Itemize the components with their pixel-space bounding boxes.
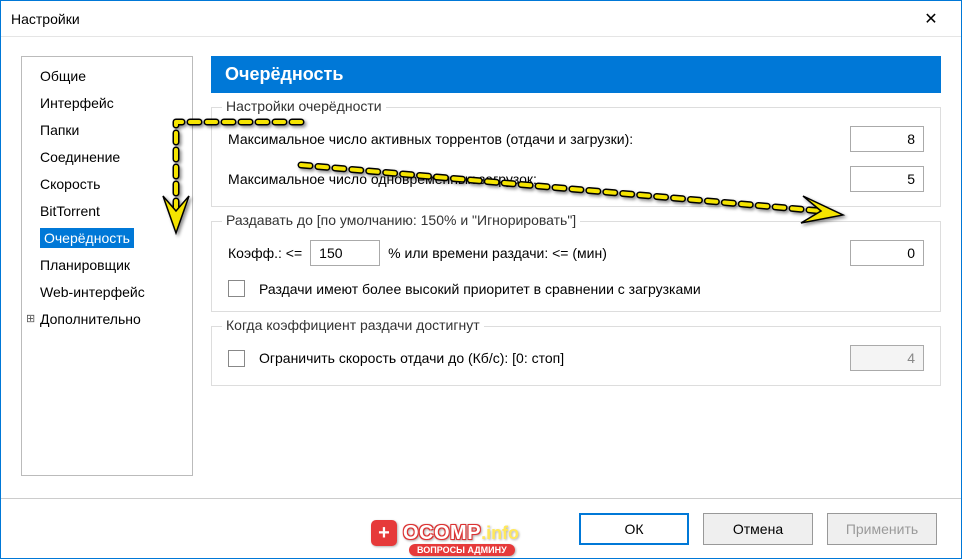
- seed-priority-checkbox[interactable]: [228, 280, 245, 297]
- sidebar: Общие Интерфейс Папки Соединение Скорост…: [21, 56, 193, 476]
- limit-upload-input: [850, 345, 924, 371]
- max-active-label: Максимальное число активных торрентов (о…: [228, 131, 842, 147]
- close-icon[interactable]: ✕: [911, 9, 951, 29]
- expand-icon[interactable]: ⊞: [26, 312, 35, 325]
- sidebar-item-connection[interactable]: Соединение: [22, 143, 192, 170]
- ratio-input[interactable]: [310, 240, 380, 266]
- sidebar-item-speed[interactable]: Скорость: [22, 170, 192, 197]
- group-seed-until: Раздавать до [по умолчанию: 150% и "Игно…: [211, 221, 941, 312]
- sidebar-item-scheduler[interactable]: Планировщик: [22, 251, 192, 278]
- sidebar-item-advanced[interactable]: ⊞Дополнительно: [22, 305, 192, 332]
- button-bar: ОК Отмена Применить: [1, 498, 961, 558]
- sidebar-item-queueing[interactable]: Очерёдность: [22, 224, 192, 251]
- group-queue-settings: Настройки очерёдности Максимальное число…: [211, 107, 941, 207]
- limit-upload-label: Ограничить скорость отдачи до (Кб/с): [0…: [259, 350, 842, 366]
- main-panel: Очерёдность Настройки очерёдности Максим…: [211, 56, 941, 476]
- max-downloads-input[interactable]: [850, 166, 924, 192]
- settings-dialog: Настройки ✕ Общие Интерфейс Папки Соедин…: [0, 0, 962, 559]
- sidebar-item-webui[interactable]: Web-интерфейс: [22, 278, 192, 305]
- limit-upload-checkbox[interactable]: [228, 350, 245, 367]
- sidebar-item-general[interactable]: Общие: [22, 62, 192, 89]
- titlebar: Настройки ✕: [1, 1, 961, 37]
- ratio-suffix-label: % или времени раздачи: <= (мин): [388, 245, 842, 261]
- section-heading: Очерёдность: [211, 56, 941, 93]
- ratio-prefix-label: Коэфф.: <=: [228, 245, 302, 261]
- cancel-button[interactable]: Отмена: [703, 513, 813, 545]
- seed-minutes-input[interactable]: [850, 240, 924, 266]
- group-legend: Раздавать до [по умолчанию: 150% и "Игно…: [222, 212, 580, 228]
- ok-button[interactable]: ОК: [579, 513, 689, 545]
- apply-button[interactable]: Применить: [827, 513, 937, 545]
- sidebar-item-bittorrent[interactable]: BitTorrent: [22, 197, 192, 224]
- sidebar-item-interface[interactable]: Интерфейс: [22, 89, 192, 116]
- seed-priority-label: Раздачи имеют более высокий приоритет в …: [259, 281, 701, 297]
- group-legend: Настройки очерёдности: [222, 98, 386, 114]
- window-title: Настройки: [11, 11, 80, 27]
- sidebar-item-folders[interactable]: Папки: [22, 116, 192, 143]
- group-ratio-reached: Когда коэффициент раздачи достигнут Огра…: [211, 326, 941, 386]
- max-active-input[interactable]: [850, 126, 924, 152]
- group-legend: Когда коэффициент раздачи достигнут: [222, 317, 484, 333]
- max-downloads-label: Максимальное число одновременных загрузо…: [228, 171, 842, 187]
